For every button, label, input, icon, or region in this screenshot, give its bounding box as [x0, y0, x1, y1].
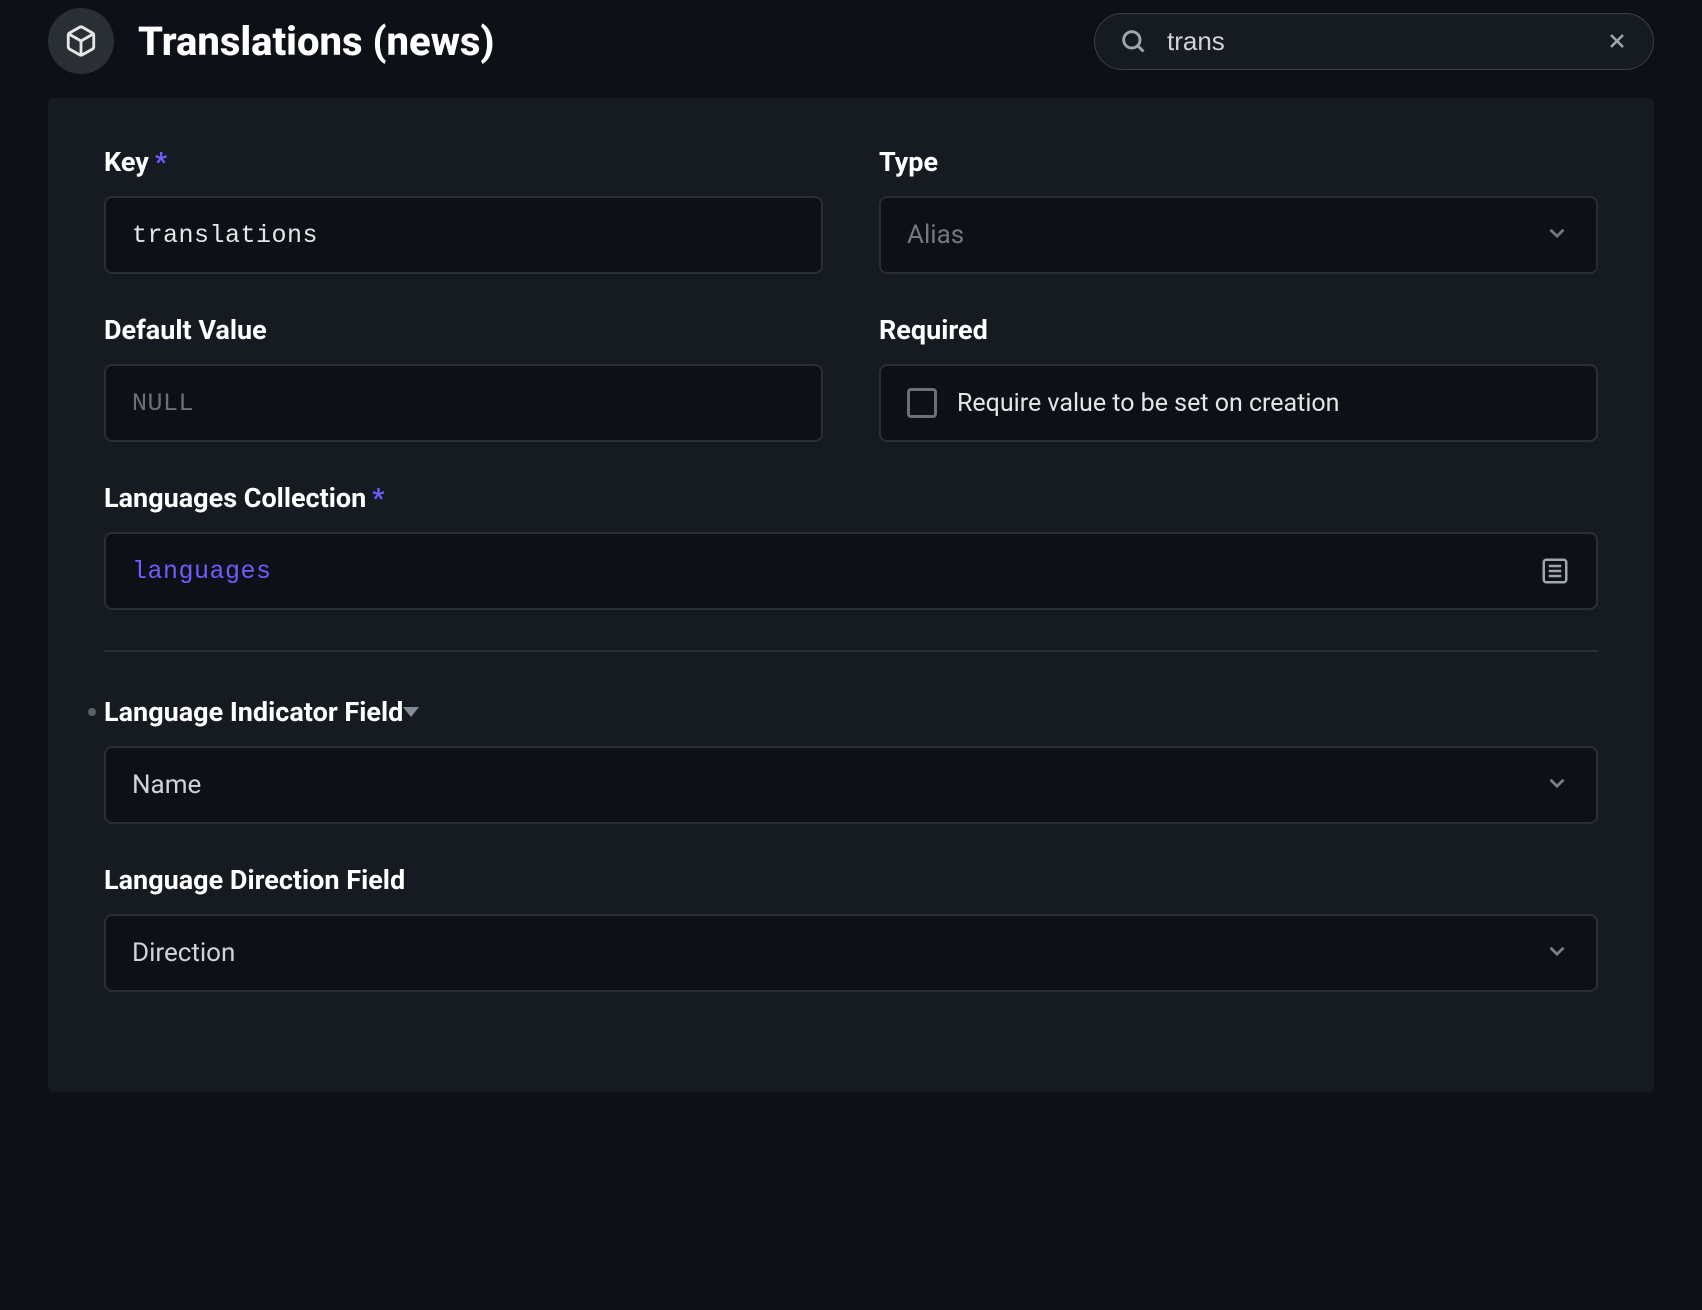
language-direction-label: Language Direction Field: [104, 864, 1598, 896]
search-icon: [1119, 27, 1147, 55]
search-input[interactable]: [1167, 26, 1585, 57]
key-label: Key*: [104, 146, 823, 178]
clear-search-icon[interactable]: [1605, 29, 1629, 53]
required-checkbox-row[interactable]: Require value to be set on creation: [879, 364, 1598, 442]
languages-collection-input[interactable]: languages: [104, 532, 1598, 610]
form-panel: Key* translations Type Alias: [48, 98, 1654, 1092]
default-value-input[interactable]: NULL: [104, 364, 823, 442]
caret-down-icon: [403, 707, 419, 717]
language-indicator-select[interactable]: Name: [104, 746, 1598, 824]
chevron-down-icon: [1544, 938, 1570, 968]
search-box[interactable]: [1094, 13, 1654, 70]
language-indicator-label[interactable]: Language Indicator Field: [104, 696, 1598, 728]
list-icon[interactable]: [1540, 556, 1570, 586]
default-value-label: Default Value: [104, 314, 823, 346]
chevron-down-icon: [1544, 770, 1570, 800]
required-checkbox[interactable]: [907, 388, 937, 418]
type-label: Type: [879, 146, 1598, 178]
page-title: Translations (news): [138, 18, 1070, 65]
required-label: Required: [879, 314, 1598, 346]
language-direction-select[interactable]: Direction: [104, 914, 1598, 992]
required-checkbox-label: Require value to be set on creation: [957, 389, 1339, 418]
type-select[interactable]: Alias: [879, 196, 1598, 274]
collection-icon-badge: [48, 8, 114, 74]
languages-collection-label: Languages Collection*: [104, 482, 1598, 514]
cube-icon: [64, 24, 98, 58]
key-input[interactable]: translations: [104, 196, 823, 274]
chevron-down-icon: [1544, 220, 1570, 250]
divider: [104, 650, 1598, 652]
dot-icon: [88, 708, 96, 716]
